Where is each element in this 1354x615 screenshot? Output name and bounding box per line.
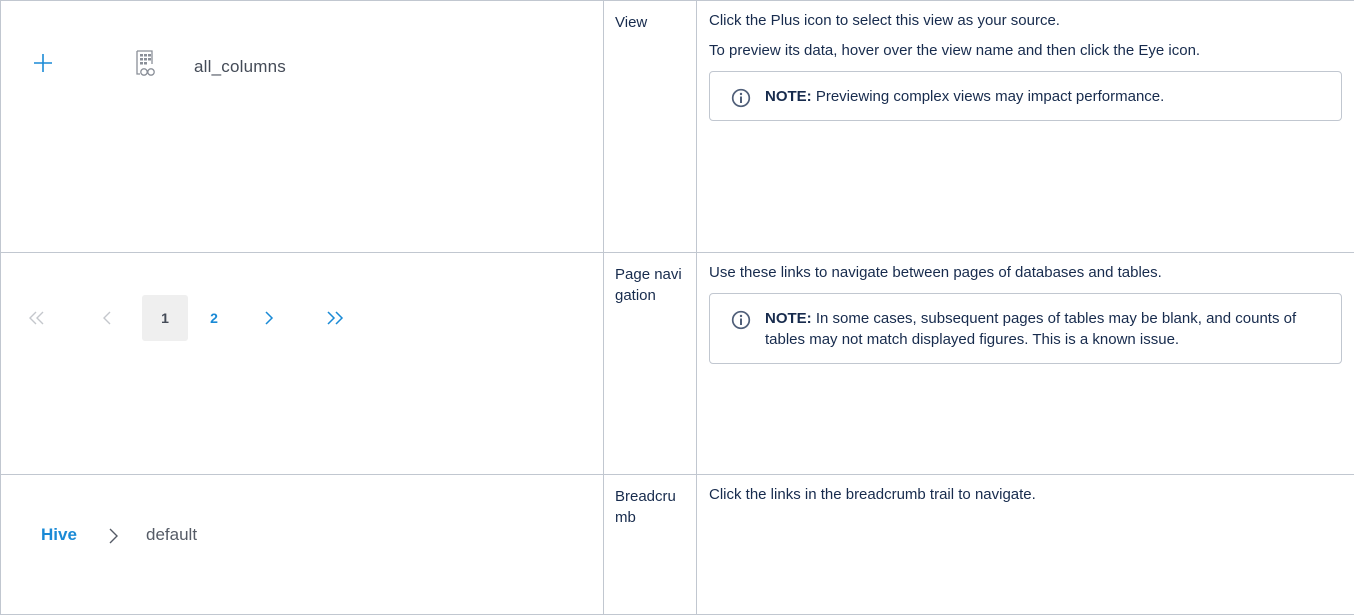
reference-table: all_columns View Click the Plus icon to … (0, 0, 1354, 615)
note-text: Previewing complex views may impact perf… (812, 88, 1165, 105)
note-label: NOTE: (765, 310, 812, 327)
page-1-button[interactable]: 1 (142, 295, 188, 341)
description-cell: Use these links to navigate between page… (697, 253, 1354, 475)
table-row: Hive default Breadcrumb Click the links … (1, 475, 1354, 615)
ui-example-cell: Hive default (1, 475, 604, 615)
view-name[interactable]: all_columns (194, 57, 286, 77)
note-panel: NOTE: Previewing complex views may impac… (709, 71, 1342, 121)
description-paragraph: Use these links to navigate between page… (709, 262, 1342, 283)
ui-example-cell: all_columns (1, 1, 604, 253)
chevron-right-icon (106, 524, 122, 548)
first-page-button[interactable] (21, 295, 53, 341)
chevron-right-icon (264, 310, 274, 326)
description-cell: Click the Plus icon to select this view … (697, 1, 1354, 253)
next-page-button[interactable] (253, 295, 285, 341)
note-text: In some cases, subsequent pages of table… (765, 310, 1296, 348)
previous-page-button[interactable] (91, 295, 123, 341)
plus-icon[interactable] (31, 51, 55, 75)
description-paragraph: Click the links in the breadcrumb trail … (709, 484, 1342, 505)
element-name-cell: Page navigation (604, 253, 697, 475)
chevron-left-icon (102, 310, 112, 326)
table-row: all_columns View Click the Plus icon to … (1, 1, 1354, 253)
note-label: NOTE: (765, 88, 812, 105)
breadcrumb-link-hive[interactable]: Hive (41, 525, 77, 545)
element-name-cell: View (604, 1, 697, 253)
description-cell: Click the links in the breadcrumb trail … (697, 475, 1354, 615)
double-chevron-left-icon (28, 310, 46, 326)
description-paragraph: To preview its data, hover over the view… (709, 40, 1342, 61)
last-page-button[interactable] (317, 295, 353, 341)
breadcrumb-current: default (146, 525, 197, 545)
info-icon (731, 310, 751, 330)
view-icon (134, 50, 156, 78)
page-2-button[interactable]: 2 (197, 295, 231, 341)
description-paragraph: Click the Plus icon to select this view … (709, 10, 1342, 31)
ui-example-cell: 1 2 (1, 253, 604, 475)
info-icon (731, 88, 751, 108)
note-panel: NOTE: In some cases, subsequent pages of… (709, 293, 1342, 364)
double-chevron-right-icon (325, 310, 345, 326)
table-row: 1 2 Page navigation (1, 253, 1354, 475)
element-name-cell: Breadcrumb (604, 475, 697, 615)
